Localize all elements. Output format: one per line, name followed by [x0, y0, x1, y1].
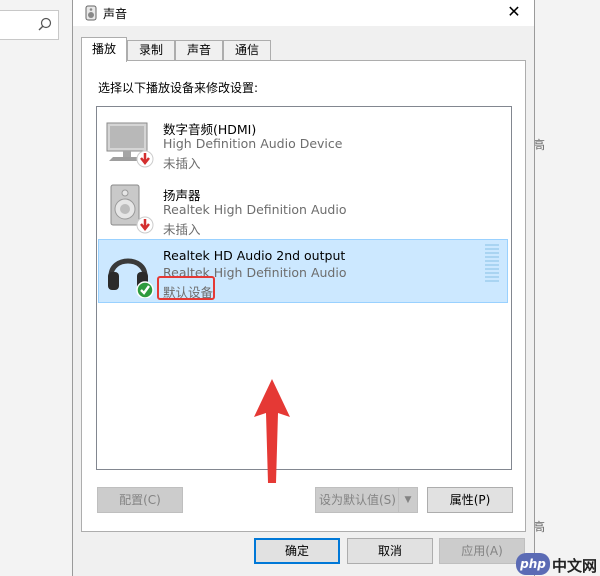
background-window-left: [0, 0, 72, 576]
headphones-icon: [108, 258, 154, 298]
tab-sounds[interactable]: 声音: [175, 40, 223, 61]
title-bar: 声音 ✕: [73, 0, 534, 26]
device-item-speaker[interactable]: 扬声器 Realtek High Definition Audio 未插入: [99, 177, 507, 239]
device-name: Realtek HD Audio 2nd output: [163, 248, 346, 263]
ok-button[interactable]: 确定: [254, 538, 340, 564]
background-window-right: 高 高: [533, 0, 600, 576]
close-button[interactable]: ✕: [494, 0, 534, 26]
monitor-icon: [106, 122, 154, 168]
tab-communications[interactable]: 通信: [223, 40, 271, 61]
php-logo: php: [516, 553, 550, 575]
device-status: 未插入: [163, 222, 201, 237]
status-highlight-annotation: [157, 276, 215, 300]
set-default-button[interactable]: 设为默认值(S) ▼: [315, 487, 418, 513]
device-item-headphones[interactable]: Realtek HD Audio 2nd output Realtek High…: [98, 239, 508, 303]
configure-button[interactable]: 配置(C): [97, 487, 183, 513]
volume-level-meter: [485, 244, 499, 284]
device-description: High Definition Audio Device: [163, 136, 343, 151]
sound-dialog: 声音 ✕ 播放 录制 声音 通信 选择以下播放设备来修改设置: 数字音频(HDM…: [72, 0, 535, 576]
tab-playback[interactable]: 播放: [81, 37, 127, 62]
watermark-text: 中文网: [552, 557, 598, 575]
speaker-icon: [110, 184, 154, 234]
close-icon: ✕: [507, 2, 521, 21]
set-default-label: 设为默认值(S): [319, 493, 396, 507]
site-watermark: php 中文网: [516, 553, 600, 575]
device-item-hdmi[interactable]: 数字音频(HDMI) High Definition Audio Device …: [99, 111, 507, 173]
background-search-box[interactable]: [0, 10, 59, 40]
apply-button[interactable]: 应用(A): [439, 538, 525, 564]
dialog-title: 声音: [103, 7, 128, 21]
properties-button[interactable]: 属性(P): [427, 487, 513, 513]
search-icon: [38, 17, 52, 31]
sound-app-icon: [85, 5, 97, 21]
cancel-button[interactable]: 取消: [347, 538, 433, 564]
chevron-down-icon[interactable]: ▼: [398, 488, 417, 512]
annotation-arrow-icon: [254, 379, 290, 483]
device-status: 未插入: [163, 156, 201, 171]
device-description: Realtek High Definition Audio: [163, 202, 347, 217]
tab-recording[interactable]: 录制: [127, 40, 175, 61]
playback-tab-panel: 选择以下播放设备来修改设置: 数字音频(HDMI) High Definitio…: [81, 60, 526, 532]
device-list: 数字音频(HDMI) High Definition Audio Device …: [96, 106, 512, 470]
instruction-text: 选择以下播放设备来修改设置:: [98, 81, 259, 95]
